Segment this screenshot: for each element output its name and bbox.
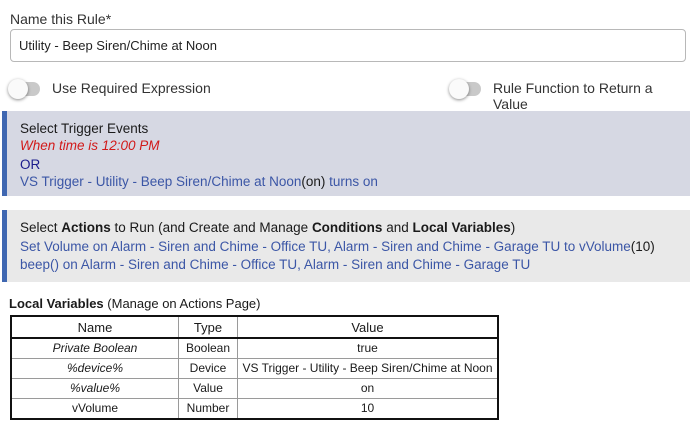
actions-heading-conditions: Conditions xyxy=(311,220,383,235)
device-trigger-state: (on) xyxy=(301,174,326,189)
actions-heading-local-vars: Local Variables xyxy=(412,220,511,235)
local-variables-heading: Local Variables (Manage on Actions Page) xyxy=(9,296,261,311)
actions-heading-actions: Actions xyxy=(61,220,111,235)
table-row: %device% Device VS Trigger - Utility - B… xyxy=(10,358,499,379)
action-set-volume-text: Set Volume on Alarm - Siren and Chime - … xyxy=(20,239,631,254)
variable-name: %value% xyxy=(10,378,179,399)
actions-heading: Select Actions to Run (and Create and Ma… xyxy=(20,220,515,235)
variable-type: Boolean xyxy=(178,337,238,359)
action-beep: beep() on Alarm - Siren and Chime - Offi… xyxy=(20,257,531,272)
rule-name-input[interactable] xyxy=(10,29,686,62)
or-separator: OR xyxy=(20,157,41,172)
variable-type: Device xyxy=(178,358,238,379)
actions-heading-post: ) xyxy=(510,220,516,235)
trigger-events-panel[interactable]: Select Trigger Events When time is 12:00… xyxy=(2,111,690,196)
action-set-volume: Set Volume on Alarm - Siren and Chime - … xyxy=(20,239,655,254)
table-row: vVolume Number 10 xyxy=(10,398,499,420)
actions-panel[interactable]: Select Actions to Run (and Create and Ma… xyxy=(2,210,690,282)
variable-type: Value xyxy=(178,378,238,399)
table-header-row: Name Type Value xyxy=(10,315,499,339)
variable-value: VS Trigger - Utility - Beep Siren/Chime … xyxy=(237,358,499,379)
variable-name: %device% xyxy=(10,358,179,379)
time-trigger: When time is 12:00 PM xyxy=(20,138,160,153)
rule-name-label: Name this Rule* xyxy=(10,11,112,27)
local-variables-note: (Manage on Actions Page) xyxy=(103,296,261,311)
required-expression-label: Use Required Expression xyxy=(52,80,211,96)
column-header-name: Name xyxy=(10,315,179,339)
variable-name: vVolume xyxy=(10,398,179,420)
device-trigger-device: VS Trigger - Utility - Beep Siren/Chime … xyxy=(20,174,302,189)
table-row: Private Boolean Boolean true xyxy=(10,337,499,359)
local-variables-table: Name Type Value Private Boolean Boolean … xyxy=(10,315,499,420)
variable-name: Private Boolean xyxy=(10,337,179,359)
trigger-events-heading: Select Trigger Events xyxy=(20,121,149,136)
toggle-knob xyxy=(8,79,28,99)
device-trigger: VS Trigger - Utility - Beep Siren/Chime … xyxy=(20,174,378,189)
variable-type: Number xyxy=(178,398,238,420)
rule-function-label: Rule Function to Return a Value xyxy=(493,80,653,112)
table-row: %value% Value on xyxy=(10,378,499,399)
variable-value: true xyxy=(237,337,499,359)
column-header-type: Type xyxy=(178,315,238,339)
variable-value: 10 xyxy=(237,398,499,420)
actions-heading-mid2: and xyxy=(382,220,413,235)
column-header-value: Value xyxy=(237,315,499,339)
action-set-volume-value: (10) xyxy=(630,239,655,254)
actions-heading-pre: Select xyxy=(20,220,62,235)
required-expression-toggle[interactable] xyxy=(8,79,40,99)
actions-heading-mid1: to Run (and Create and Manage xyxy=(110,220,312,235)
toggle-knob xyxy=(449,79,469,99)
local-variables-title: Local Variables xyxy=(9,296,104,311)
rule-function-toggle[interactable] xyxy=(449,79,481,99)
device-trigger-condition: turns on xyxy=(325,174,378,189)
variable-value: on xyxy=(237,378,499,399)
